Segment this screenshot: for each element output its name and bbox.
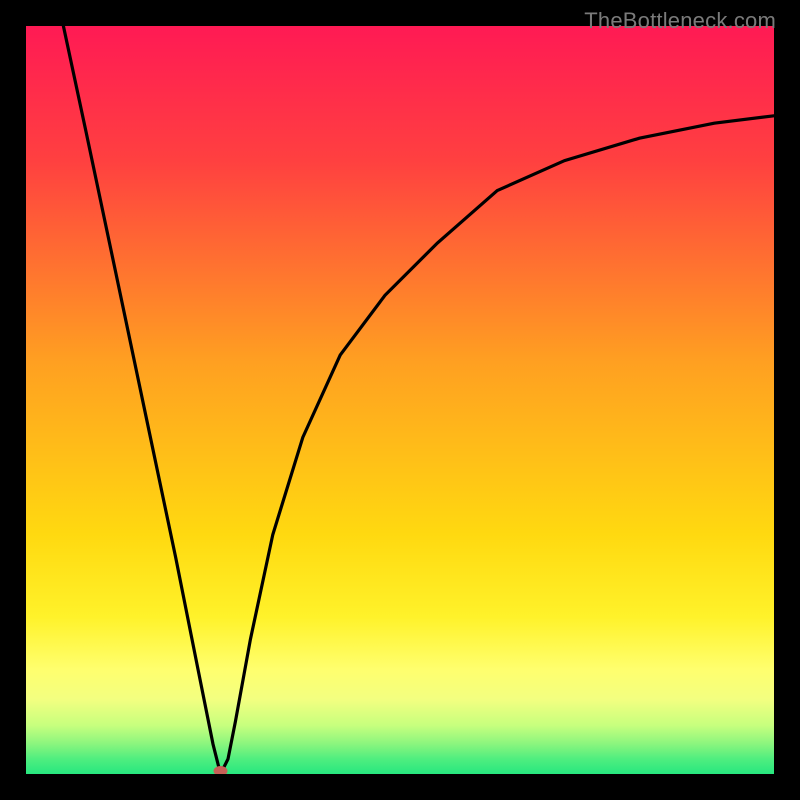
plot-area [26,26,774,774]
watermark: TheBottleneck.com [584,8,776,34]
gradient-bg [26,26,774,774]
chart-frame: TheBottleneck.com [0,0,800,800]
chart-svg [26,26,774,774]
